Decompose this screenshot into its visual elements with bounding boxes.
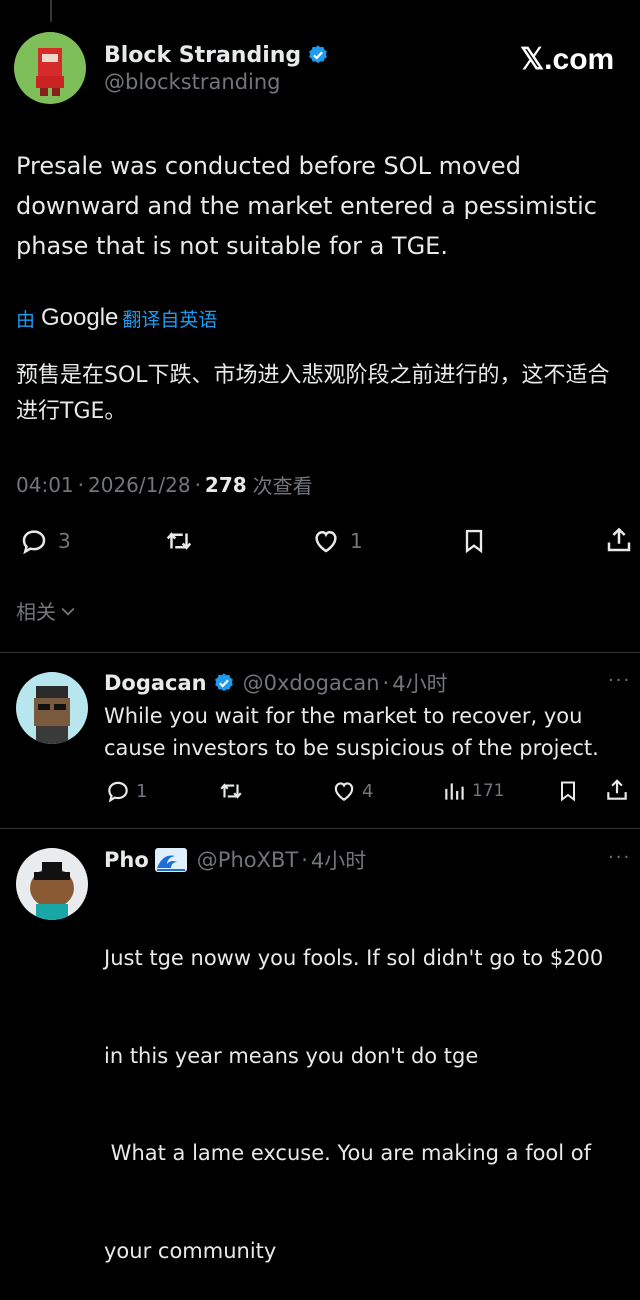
related-label: 相关 xyxy=(16,600,56,624)
reply-handle[interactable]: @PhoXBT xyxy=(197,848,298,872)
author-handle[interactable]: @blockstranding xyxy=(104,70,281,94)
bookmark-icon xyxy=(561,781,575,802)
tweet-date[interactable]: 2026/1/28 xyxy=(88,473,191,497)
reply-views-count: 171 xyxy=(472,781,505,801)
reply-retweet-button[interactable] xyxy=(216,778,246,804)
reply-icon xyxy=(108,781,128,803)
divider xyxy=(0,652,640,653)
reply-text-line: in this year means you don't do tge xyxy=(104,1043,479,1068)
avatar-image xyxy=(14,32,86,104)
thread-line xyxy=(50,0,52,22)
reply-text-line: Just tge noww you fools. If sol didn't g… xyxy=(104,946,604,970)
bookmark-button[interactable] xyxy=(460,526,488,556)
meta-separator: · xyxy=(194,472,201,497)
retweet-icon xyxy=(166,532,192,550)
like-count: 1 xyxy=(350,529,363,553)
reply-bookmark-button[interactable] xyxy=(556,778,580,804)
chevron-down-icon xyxy=(61,607,75,616)
more-options-icon[interactable]: ··· xyxy=(608,847,631,868)
author-name-row: Block Stranding xyxy=(104,40,329,70)
wave-icon xyxy=(154,848,187,872)
like-icon xyxy=(315,530,337,553)
reply-header: Pho @PhoXBT · 4小时 xyxy=(104,845,366,875)
views-label: 次查看 xyxy=(252,474,313,498)
views-count: 278 xyxy=(204,472,247,497)
google-logo: Google xyxy=(41,304,119,331)
meta-separator: · xyxy=(77,472,84,497)
verified-badge-icon xyxy=(309,45,328,64)
divider xyxy=(0,828,640,829)
reply-display-name[interactable]: Pho xyxy=(104,848,149,872)
avatar-image xyxy=(16,848,88,920)
share-button[interactable] xyxy=(604,524,634,556)
author-display-name[interactable]: Block Stranding xyxy=(104,43,301,68)
reply-avatar[interactable] xyxy=(16,848,88,920)
reply-time[interactable]: 4小时 xyxy=(392,668,447,698)
reply-button[interactable]: 3 xyxy=(18,526,71,556)
reply-like-count: 4 xyxy=(362,780,374,802)
tweet-time[interactable]: 04:01 xyxy=(16,473,74,497)
reply-icon xyxy=(22,530,46,555)
share-icon xyxy=(607,779,627,800)
reply-avatar[interactable] xyxy=(16,672,88,744)
meta-separator: · xyxy=(382,671,390,695)
retweet-icon xyxy=(220,783,242,799)
avatar-image xyxy=(16,672,88,744)
translation-label[interactable]: 由 Google 翻译自英语 xyxy=(16,304,217,332)
reply-time[interactable]: 4小时 xyxy=(311,845,366,875)
translated-text: 预售是在SOL下跌、市场进入悲观阶段之前进行的，这不适合进行TGE。 xyxy=(16,363,610,424)
related-toggle[interactable]: 相关 xyxy=(16,596,78,625)
reply-share-button[interactable] xyxy=(604,776,630,804)
verified-badge-icon xyxy=(214,673,233,692)
reply-text: Just tge noww you fools. If sol didn't g… xyxy=(104,877,634,1300)
reply-views-button[interactable]: 171 xyxy=(442,778,504,804)
reply-reply-count: 1 xyxy=(136,780,148,802)
more-options-icon[interactable]: ··· xyxy=(608,670,631,691)
reply-text-line: your community xyxy=(104,1238,277,1263)
reply-text: While you wait for the market to recover… xyxy=(104,704,599,760)
like-icon xyxy=(334,782,354,801)
site-logo: 𝕏.com xyxy=(520,43,615,76)
reply-reply-button[interactable]: 1 xyxy=(104,778,147,804)
like-button[interactable]: 1 xyxy=(310,526,363,556)
views-chart-icon xyxy=(445,783,464,800)
translation-prefix: 由 xyxy=(16,308,36,331)
retweet-button[interactable] xyxy=(162,526,196,556)
bookmark-icon xyxy=(465,529,483,554)
author-avatar[interactable] xyxy=(14,32,86,104)
reply-count: 3 xyxy=(58,529,71,553)
reply-text-line: What a lame excuse. You are making a foo… xyxy=(104,1141,592,1165)
reply-display-name[interactable]: Dogacan xyxy=(104,671,207,695)
reply-header: Dogacan @0xdogacan · 4小时 xyxy=(104,668,448,698)
tweet-text: Presale was conducted before SOL moved d… xyxy=(16,152,597,260)
share-icon xyxy=(607,527,631,552)
reply-handle[interactable]: @0xdogacan xyxy=(243,671,380,695)
meta-separator: · xyxy=(301,848,308,872)
translation-suffix: 翻译自英语 xyxy=(122,308,218,331)
reply-like-button[interactable]: 4 xyxy=(330,778,373,804)
tweet-meta-row: 04:01 · 2026/1/28 · 278 次查看 xyxy=(16,470,313,499)
